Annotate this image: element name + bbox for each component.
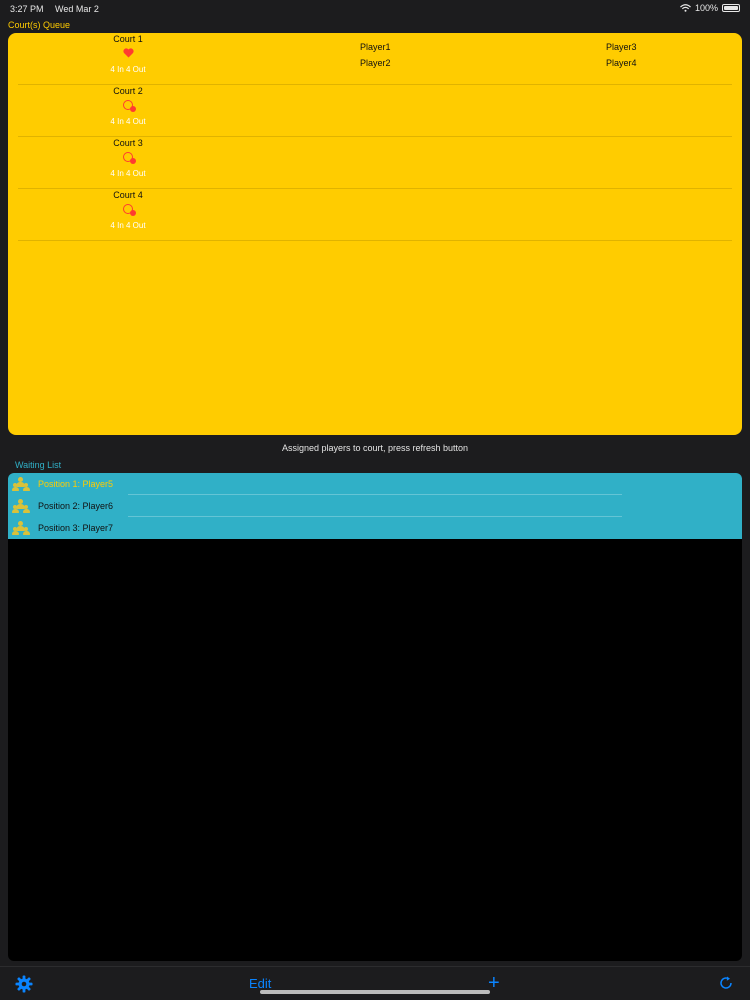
court-player[interactable]: Player4 (606, 58, 637, 68)
court-player[interactable]: Player1 (360, 42, 391, 52)
waiting-section-title: Waiting List (15, 460, 62, 470)
bottom-toolbar: Edit + (0, 966, 750, 1000)
court-subtitle: 4 In 4 Out (110, 65, 146, 74)
waiting-list-item[interactable]: Position 2: Player6 (8, 495, 742, 517)
waiting-item-label: Position 3: Player7 (38, 523, 114, 533)
court-info: Court 1 4 In 4 Out (78, 33, 178, 74)
waiting-list-item[interactable]: Position 1: Player5 (8, 473, 742, 495)
refresh-hint: Assigned players to court, press refresh… (281, 443, 469, 453)
court-info: Court 3 4 In 4 Out (78, 137, 178, 178)
court-row[interactable]: Court 4 4 In 4 Out (18, 189, 732, 241)
court-info: Court 2 4 In 4 Out (78, 85, 178, 126)
hourglass-badge-icon (78, 204, 178, 218)
battery-percent: 100% (694, 3, 718, 13)
status-bar: 3:27 PM Wed Mar 2 100% (0, 0, 750, 18)
court-subtitle: 4 In 4 Out (110, 117, 146, 126)
court-subtitle: 4 In 4 Out (110, 221, 146, 230)
battery-icon (722, 4, 740, 12)
status-right: 100% (680, 3, 740, 13)
people-icon (12, 521, 30, 535)
court-info: Court 4 4 In 4 Out (78, 189, 178, 230)
add-button[interactable]: + (488, 973, 500, 993)
waiting-list-item[interactable]: Position 3: Player7 (8, 517, 742, 539)
people-icon (12, 477, 30, 491)
court-player[interactable]: Player2 (360, 58, 391, 68)
court-name: Court 1 (113, 34, 143, 44)
court-row[interactable]: Court 3 4 In 4 Out (18, 137, 732, 189)
court-player[interactable]: Player3 (606, 42, 637, 52)
gear-icon[interactable] (15, 975, 33, 993)
courts-section-title: Court(s) Queue (8, 20, 71, 30)
wifi-icon (680, 4, 691, 12)
edit-button[interactable]: Edit (249, 976, 271, 991)
hourglass-badge-icon (78, 152, 178, 166)
people-icon (12, 499, 30, 513)
court-name: Court 2 (113, 86, 143, 96)
status-date: Wed Mar 2 (55, 4, 99, 14)
heart-icon (78, 48, 178, 62)
waiting-item-label: Position 1: Player5 (38, 479, 114, 489)
court-name: Court 4 (113, 190, 143, 200)
court-row[interactable]: Court 1 4 In 4 Out Player1 Player2 Playe… (18, 33, 732, 85)
waiting-item-label: Position 2: Player6 (38, 501, 114, 511)
court-row[interactable]: Court 2 4 In 4 Out (18, 85, 732, 137)
waiting-panel: Position 1: Player5 Position 2: Player6 … (8, 473, 742, 961)
home-indicator (260, 990, 490, 994)
hourglass-badge-icon (78, 100, 178, 114)
court-name: Court 3 (113, 138, 143, 148)
courts-panel: Court 1 4 In 4 Out Player1 Player2 Playe… (8, 33, 742, 435)
status-time: 3:27 PM (10, 4, 44, 14)
waiting-list: Position 1: Player5 Position 2: Player6 … (8, 473, 742, 539)
refresh-icon[interactable] (718, 975, 734, 991)
court-subtitle: 4 In 4 Out (110, 169, 146, 178)
